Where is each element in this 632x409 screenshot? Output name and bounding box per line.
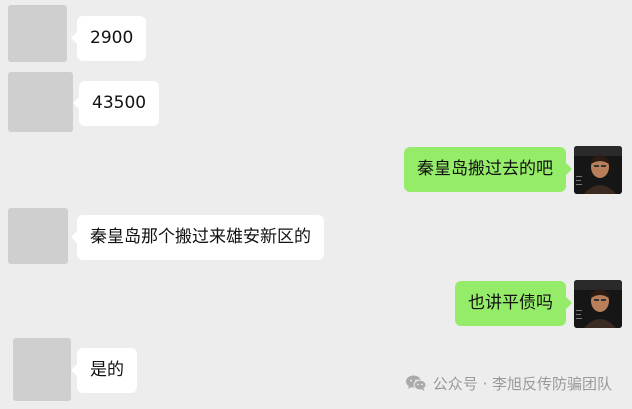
portrait-image xyxy=(574,280,622,328)
portrait-image xyxy=(574,146,622,194)
contact-avatar[interactable] xyxy=(8,5,67,62)
message-bubble-sent[interactable]: 秦皇岛搬过去的吧 xyxy=(404,147,572,192)
contact-avatar[interactable] xyxy=(13,338,71,401)
user-avatar[interactable] xyxy=(574,280,622,328)
message-bubble-received[interactable]: 43500 xyxy=(72,81,160,126)
message-bubble-received[interactable]: 2900 xyxy=(70,16,147,61)
contact-avatar[interactable] xyxy=(8,208,68,264)
watermark-text: 公众号 · 李旭反传防骗团队 xyxy=(432,374,612,393)
message-bubble-received[interactable]: 是的 xyxy=(71,348,137,393)
chat-view: 2900 43500 秦皇岛搬过去的吧 秦皇岛那个搬过来雄安新区的 也讲平债吗 xyxy=(0,0,632,409)
contact-avatar[interactable] xyxy=(8,72,73,132)
message-bubble-received[interactable]: 秦皇岛那个搬过来雄安新区的 xyxy=(71,215,324,260)
user-avatar[interactable] xyxy=(574,146,622,194)
wechat-icon xyxy=(405,375,427,391)
message-bubble-sent[interactable]: 也讲平债吗 xyxy=(455,281,572,326)
watermark: 公众号 · 李旭反传防骗团队 xyxy=(405,372,612,394)
